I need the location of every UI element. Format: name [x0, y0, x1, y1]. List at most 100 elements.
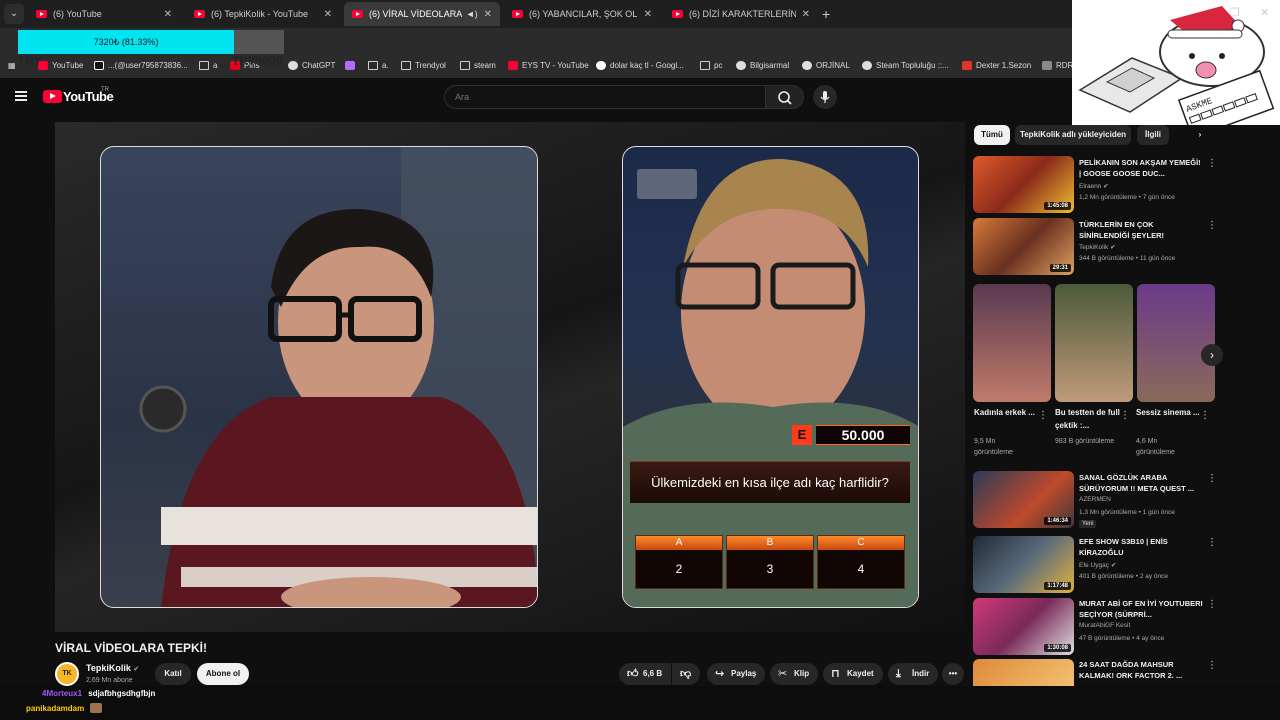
recommendation-thumbnail[interactable]: 1:46:34 [973, 471, 1074, 528]
bookmark-label: RDR [1056, 61, 1074, 70]
bookmark-bilgisarmal[interactable]: Bilgisarmal [736, 61, 789, 70]
channel-avatar[interactable]: TK [55, 662, 79, 686]
recommendation-title[interactable]: PELİKANIN SON AKŞAM YEMEĞİ! | GOOSE GOOS… [1079, 157, 1203, 179]
more-options-icon[interactable]: ⋮ [1207, 660, 1217, 671]
bookmark-rdr[interactable]: RDR [1042, 61, 1073, 70]
bookmark-label: Dexter 1.Sezon [976, 61, 1032, 70]
bookmark-folder-a[interactable]: a [199, 61, 217, 70]
apps-grid-icon[interactable]: ▦ [8, 61, 16, 70]
option-value: 3 [766, 562, 774, 576]
voice-search-button[interactable] [813, 85, 837, 109]
restore-window-icon[interactable]: ❐ [1230, 6, 1240, 19]
chat-text: sdjafbhgsdhgfbjn [88, 689, 156, 698]
channel-text: Efe Uygaç [1079, 562, 1109, 569]
more-options-icon[interactable]: ⋮ [1207, 599, 1217, 610]
channel-name[interactable]: TepkiKolik ✔ [86, 663, 139, 673]
bookmark-eys-tv[interactable]: EYS TV - YouTube [508, 61, 589, 70]
browser-tab-5[interactable]: (6) DİZİ KARAKTERLERİNİN FAV ✕ [664, 2, 818, 26]
bookmark-folder-steam[interactable]: steam [460, 61, 496, 70]
chips-next-chevron-icon[interactable]: › [1186, 125, 1214, 145]
recommendation-thumbnail[interactable]: 1:30:08 [973, 598, 1074, 655]
chip-from-uploader[interactable]: TepkiKolik adlı yükleyiciden [1015, 125, 1131, 145]
bookmark-chatgpt[interactable]: ChatGPT [288, 61, 335, 70]
close-window-icon[interactable]: ✕ [1260, 6, 1269, 19]
recommendation-channel[interactable]: TepkiKolik ✔ [1079, 243, 1116, 251]
chip-related[interactable]: İlgili [1137, 125, 1169, 145]
browser-tab-1[interactable]: (6) YouTube ✕ [28, 2, 180, 26]
bookmark-tiktok[interactable]: ...(@user795873836... [94, 61, 188, 70]
speaker-icon[interactable]: ◄) [466, 9, 478, 19]
bookmark-google[interactable]: dolar kaç tl - Googl... [596, 61, 684, 70]
bookmark-dexter[interactable]: Dexter 1.Sezon [962, 61, 1031, 70]
more-options-icon[interactable]: ⋮ [1207, 537, 1217, 548]
close-tab-icon[interactable]: ✕ [164, 9, 172, 20]
download-button[interactable]: ⤓ İndir [888, 663, 938, 685]
recommendation-thumbnail[interactable]: 1:17:48 [973, 536, 1074, 593]
tab-search-chevron-icon[interactable]: ⌄ [4, 4, 24, 24]
recommendation-title[interactable]: TÜRKLERİN EN ÇOK SİNİRLENDİĞİ ŞEYLER! [1079, 219, 1203, 241]
bookmark-steam[interactable]: Steam Topluluğu ::... [862, 61, 949, 70]
share-button[interactable]: ↪ Paylaş [707, 663, 765, 685]
short-title[interactable]: Sessiz sinema ... [1136, 406, 1206, 419]
recommendation-thumbnail[interactable]: 29:31 [973, 218, 1074, 275]
more-options-icon[interactable]: ⋮ [1200, 410, 1210, 421]
close-tab-icon[interactable]: ✕ [644, 9, 652, 20]
recommendation-channel[interactable]: Efe Uygaç ✔ [1079, 561, 1116, 569]
dislike-button[interactable]: 👎︎ [672, 663, 700, 685]
subscribe-button[interactable]: Abone ol [197, 663, 249, 685]
bookmark-feather[interactable] [345, 61, 359, 70]
chip-all[interactable]: Tümü [974, 125, 1010, 145]
bookmark-label: pc [714, 61, 723, 70]
close-tab-icon[interactable]: ✕ [484, 9, 492, 20]
bookmark-folder-pc[interactable]: pc [700, 61, 722, 70]
recommendation-title[interactable]: SANAL GÖZLÜK ARABA SÜRÜYORUM !! META QUE… [1079, 472, 1203, 494]
clip-button[interactable]: ✂ Klip [770, 663, 818, 685]
browser-tab-4[interactable]: (6) YABANCILAR, ŞOK OLDUKLA ✕ [504, 2, 660, 26]
hamburger-menu-icon[interactable] [15, 91, 27, 101]
short-thumbnail[interactable] [1137, 284, 1215, 402]
close-tab-icon[interactable]: ✕ [324, 9, 332, 20]
recommendation-channel[interactable]: MuratAbiGF Kesit [1079, 622, 1130, 629]
subscriber-count: 2,69 Mn abone [86, 677, 133, 684]
bookmark-orjinal[interactable]: ORJİNAL [802, 61, 850, 70]
youtube-logo-icon[interactable] [43, 90, 62, 103]
search-input[interactable] [444, 85, 766, 109]
shorts-next-chevron-icon[interactable]: › [1201, 344, 1223, 366]
recommendation-thumbnail[interactable] [973, 659, 1074, 686]
save-button[interactable]: ⊓ Kaydet [823, 663, 883, 685]
new-tab-plus-icon[interactable]: + [822, 6, 830, 22]
more-actions-button[interactable]: ••• [942, 663, 964, 685]
bookmark-label: a. [382, 61, 389, 70]
recommendation-title[interactable]: EFE SHOW S3B10 | ENİS KİRAZOĞLU [1079, 536, 1203, 558]
recommendation-channel[interactable]: Elraenn ✔ [1079, 182, 1109, 190]
reactor-illustration [139, 147, 537, 607]
recommendation-channel[interactable]: AZERMEN [1079, 496, 1111, 503]
goal-right-tag: TRY9000 [232, 54, 283, 68]
short-title[interactable]: Kadınla erkek ... [974, 406, 1044, 419]
short-thumbnail[interactable] [1055, 284, 1133, 402]
more-options-icon[interactable]: ⋮ [1207, 473, 1217, 484]
more-options-icon[interactable]: ⋮ [1207, 220, 1217, 231]
bookmark-youtube[interactable]: YouTube [38, 61, 83, 70]
video-player[interactable]: E 50.000 Ülkemizdeki en kısa ilçe adı ka… [55, 122, 965, 632]
more-options-icon[interactable]: ⋮ [1207, 158, 1217, 169]
bookmark-folder-trendyol[interactable]: Trendyol [401, 61, 446, 70]
more-options-icon[interactable]: ⋮ [1120, 410, 1130, 421]
verified-check-icon: ✔ [1103, 183, 1109, 190]
google-icon [596, 61, 606, 70]
short-title[interactable]: Bu testten de full çektik :... [1055, 406, 1125, 432]
close-tab-icon[interactable]: ✕ [802, 9, 810, 20]
recommendation-title[interactable]: MURAT ABİ GF EN İYİ YOUTUBERI SEÇİYOR (S… [1079, 598, 1203, 620]
short-thumbnail[interactable] [973, 284, 1051, 402]
search-button[interactable] [766, 85, 804, 109]
browser-tab-2[interactable]: (6) TepkiKolik - YouTube ✕ [186, 2, 340, 26]
recommendation-thumbnail[interactable]: 1:45:08 [973, 156, 1074, 213]
like-button[interactable]: 👍︎ 6,6 B [619, 663, 671, 685]
verified-check-icon: ✔ [133, 666, 140, 673]
folder-icon [700, 61, 710, 70]
browser-tab-3-active[interactable]: (6) VİRAL VİDEOLARA TEPKİ ◄) ✕ [344, 2, 500, 26]
join-button[interactable]: Katıl [155, 663, 191, 685]
recommendation-title[interactable]: 24 SAAT DAĞDA MAHSUR KALMAK! ORK FACTOR … [1079, 659, 1203, 681]
bookmark-folder-a2[interactable]: a. [368, 61, 389, 70]
more-options-icon[interactable]: ⋮ [1038, 410, 1048, 421]
